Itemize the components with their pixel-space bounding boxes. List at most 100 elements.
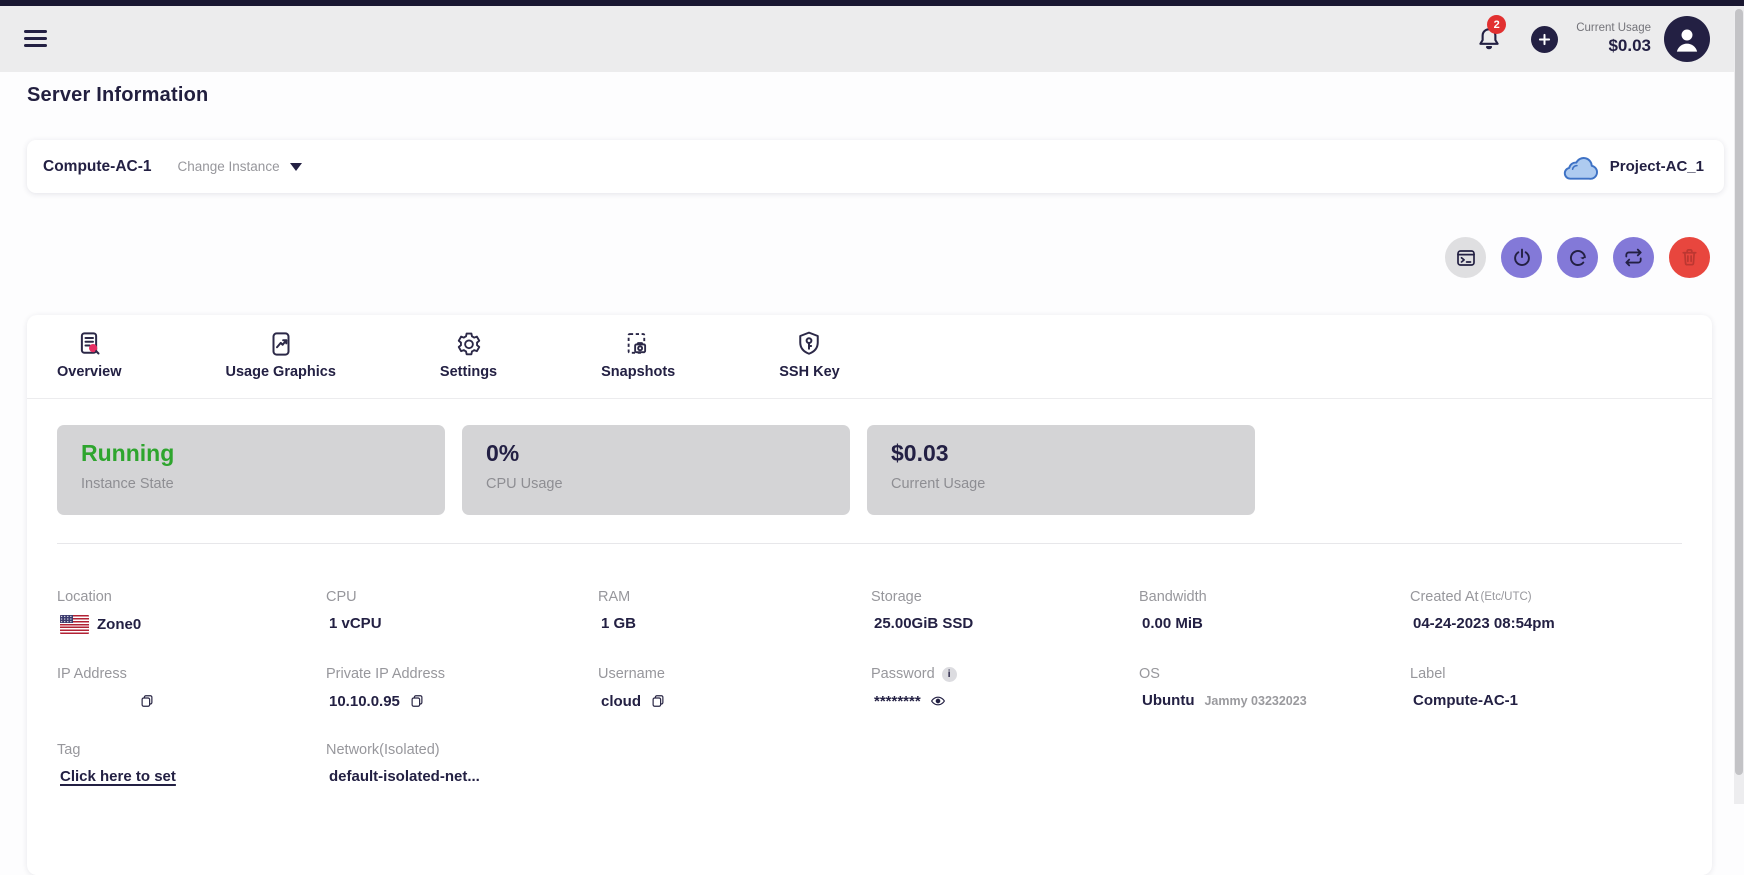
tab-usage-graphics[interactable]: Usage Graphics: [226, 329, 336, 380]
current-usage-value: $0.03: [1576, 36, 1651, 56]
detail-cpu: CPU 1 vCPU: [326, 589, 598, 634]
detail-network: Network(Isolated) default-isolated-net..…: [326, 742, 598, 785]
stat-label: Instance State: [81, 476, 421, 492]
detail-label: Storage: [871, 589, 1139, 605]
rebuild-icon: [1622, 246, 1645, 269]
stat-instance-state: Running Instance State: [57, 425, 445, 515]
detail-value: 25.00GiB SSD: [871, 615, 1139, 632]
create-button[interactable]: [1531, 26, 1558, 53]
details-row-2: IP Address Private IP Address 10.10.0.95: [57, 666, 1682, 710]
instance-selector-card: Compute-AC-1 Change Instance Project-AC_…: [27, 140, 1724, 193]
cloud-icon: [1560, 153, 1600, 181]
detail-value: ********: [874, 693, 921, 710]
power-icon: [1510, 246, 1534, 270]
tab-label: Snapshots: [601, 364, 675, 380]
details-row-1: Location Zone0 CPU 1 vCPU RAM 1 GB Stora…: [57, 589, 1682, 634]
detail-ram: RAM 1 GB: [598, 589, 871, 634]
tab-label: Overview: [57, 364, 122, 380]
detail-value-suffix: Jammy 03232023: [1204, 694, 1306, 708]
details-grid: Location Zone0 CPU 1 vCPU RAM 1 GB Stora…: [27, 544, 1712, 785]
info-icon[interactable]: i: [942, 667, 957, 682]
rebuild-button[interactable]: [1613, 237, 1654, 278]
detail-password: Password i ********: [871, 666, 1139, 710]
detail-value: 1 vCPU: [326, 615, 598, 632]
details-row-3: Tag Click here to set Network(Isolated) …: [57, 742, 1682, 785]
user-avatar-button[interactable]: [1664, 16, 1710, 62]
stat-label: Current Usage: [891, 476, 1231, 492]
console-button[interactable]: [1445, 237, 1486, 278]
detail-label: Label: [1410, 666, 1682, 682]
hamburger-menu-icon[interactable]: [24, 30, 47, 47]
overview-panel: Overview Usage Graphics Settings: [27, 315, 1712, 875]
detail-os: OS Ubuntu Jammy 03232023: [1139, 666, 1410, 710]
tab-bar: Overview Usage Graphics Settings: [27, 315, 1712, 399]
detail-ip-address: IP Address: [57, 666, 326, 710]
copy-icon[interactable]: [138, 692, 156, 710]
tab-settings[interactable]: Settings: [440, 329, 497, 380]
tab-ssh-key[interactable]: SSH Key: [779, 329, 839, 380]
stat-label: CPU Usage: [486, 476, 826, 492]
detail-value: 10.10.0.95: [329, 693, 400, 710]
detail-label: Network(Isolated): [326, 742, 598, 758]
stat-value: $0.03: [891, 440, 1231, 467]
tab-overview[interactable]: Overview: [57, 329, 122, 380]
current-usage-label: Current Usage: [1576, 22, 1651, 34]
copy-icon[interactable]: [649, 692, 667, 710]
project-chip[interactable]: Project-AC_1: [1560, 153, 1704, 181]
console-icon: [1454, 246, 1478, 270]
detail-location: Location Zone0: [57, 589, 326, 634]
detail-label-name: Label Compute-AC-1: [1410, 666, 1682, 710]
detail-value: default-isolated-net...: [326, 768, 598, 785]
reboot-icon: [1566, 246, 1590, 270]
change-instance-dropdown[interactable]: Change Instance: [178, 159, 302, 174]
usage-graphics-icon: [266, 329, 296, 359]
notifications-button[interactable]: 2: [1474, 24, 1504, 54]
detail-label: RAM: [598, 589, 871, 605]
stat-value: 0%: [486, 440, 826, 467]
detail-label: CPU: [326, 589, 598, 605]
detail-label: Private IP Address: [326, 666, 598, 682]
chevron-down-icon: [290, 163, 302, 171]
detail-label: Username: [598, 666, 871, 682]
tab-label: Usage Graphics: [226, 364, 336, 380]
project-name: Project-AC_1: [1610, 158, 1704, 175]
detail-value: Compute-AC-1: [1410, 692, 1682, 709]
copy-icon[interactable]: [408, 692, 426, 710]
detail-label: Tag: [57, 742, 326, 758]
tab-label: Settings: [440, 364, 497, 380]
tab-label: SSH Key: [779, 364, 839, 380]
detail-value: cloud: [601, 693, 641, 710]
scrollbar-thumb[interactable]: [1735, 9, 1743, 775]
ssh-key-icon: [794, 329, 824, 359]
user-icon: [1671, 23, 1703, 55]
detail-username: Username cloud: [598, 666, 871, 710]
power-button[interactable]: [1501, 237, 1542, 278]
page-title: Server Information: [27, 84, 208, 107]
current-usage-block: Current Usage $0.03: [1576, 22, 1651, 56]
tab-snapshots[interactable]: Snapshots: [601, 329, 675, 380]
stats-row: Running Instance State 0% CPU Usage $0.0…: [57, 425, 1682, 515]
detail-label: Password: [871, 666, 935, 682]
detail-value: 04-24-2023 08:54pm: [1410, 615, 1682, 632]
settings-icon: [454, 329, 484, 359]
detail-tag: Tag Click here to set: [57, 742, 326, 785]
us-flag-icon: [60, 615, 89, 634]
reboot-button[interactable]: [1557, 237, 1598, 278]
detail-value: 1 GB: [598, 615, 871, 632]
stat-value: Running: [81, 440, 421, 467]
vertical-scrollbar[interactable]: [1734, 6, 1744, 804]
header-bar: 2 Current Usage $0.03: [0, 6, 1744, 72]
stat-current-usage: $0.03 Current Usage: [867, 425, 1255, 515]
overview-icon: [74, 329, 104, 359]
set-tag-link[interactable]: Click here to set: [60, 768, 176, 785]
detail-label: IP Address: [57, 666, 326, 682]
snapshots-icon: [623, 329, 653, 359]
detail-value: Zone0: [97, 616, 141, 633]
delete-button[interactable]: [1669, 237, 1710, 278]
detail-label: Location: [57, 589, 326, 605]
detail-storage: Storage 25.00GiB SSD: [871, 589, 1139, 634]
eye-icon[interactable]: [929, 692, 947, 710]
detail-label: OS: [1139, 666, 1410, 682]
trash-icon: [1678, 246, 1701, 269]
detail-value: Ubuntu: [1142, 692, 1194, 709]
